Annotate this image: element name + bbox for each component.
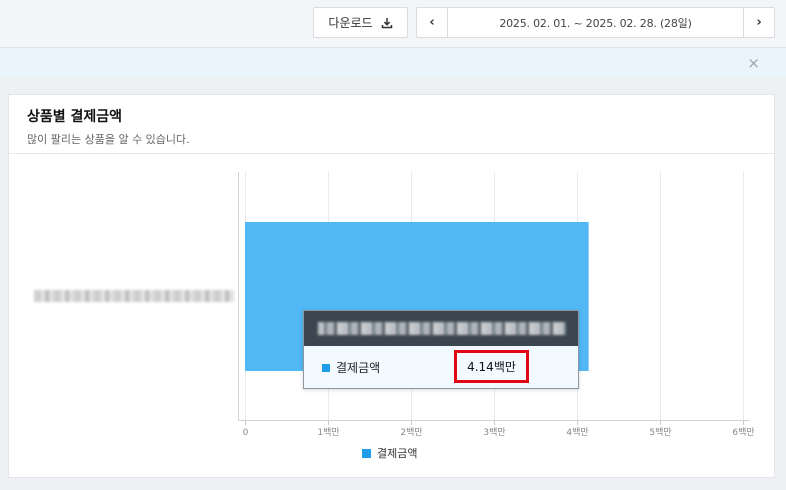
tooltip-title-blurred [318, 322, 566, 335]
x-tick-label-1: 1백만 [317, 427, 339, 438]
x-tick-label-0: 0 [243, 428, 249, 438]
x-tick-label-2: 2백만 [400, 427, 422, 438]
tooltip-value: 4.14백만 [467, 360, 516, 374]
x-tick-label-5: 5백만 [649, 427, 671, 438]
tooltip-swatch [322, 363, 330, 372]
tooltip-series-label: 결제금액 [336, 361, 381, 375]
product-payment-chart: 0 1백만 2백만 3백만 4백만 5백만 6백만 [238, 172, 755, 438]
legend-label: 결제금액 [377, 447, 418, 460]
x-tick-label-6: 6백만 [732, 427, 754, 438]
x-tick-label-3: 3백만 [483, 427, 505, 438]
chart-tooltip: 결제금액 4.14백만 [303, 310, 579, 389]
legend-swatch [362, 448, 371, 458]
x-tick-label-4: 4백만 [566, 427, 588, 438]
tooltip-row: 결제금액 4.14백만 [304, 346, 578, 389]
tooltip-value-highlight: 4.14백만 [454, 350, 529, 383]
category-label-blurred [34, 290, 234, 302]
chart-legend[interactable]: 결제금액 [362, 445, 417, 461]
tooltip-header [304, 311, 578, 346]
